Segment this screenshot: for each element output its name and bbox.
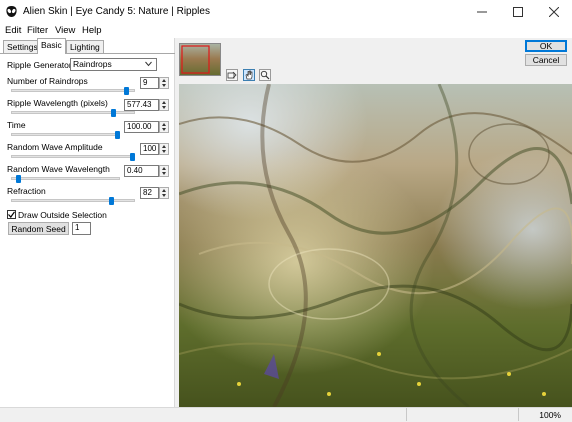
menu-bar: Edit Filter View Help [0,24,572,38]
param-slider-track[interactable] [11,177,120,180]
param-spinner[interactable] [159,99,169,111]
alien-skin-logo-icon [6,6,17,17]
spin-up-icon [162,145,166,148]
zoom-level: 100% [539,410,561,420]
param-slider-thumb[interactable] [124,87,130,95]
hand-icon [245,70,253,80]
minimize-button[interactable] [464,0,500,24]
draw-outside-label: Draw Outside Selection [18,210,107,220]
thumbnail-image [180,44,220,75]
param-label: Time [7,120,26,130]
param-slider-track[interactable] [11,155,135,158]
spin-down-icon [162,172,166,175]
param-number-input[interactable]: 9 [140,77,159,89]
param-slider-track[interactable] [11,199,135,202]
spin-up-icon [162,167,166,170]
menu-edit[interactable]: Edit [5,25,21,36]
spin-down-icon [162,194,166,197]
maximize-button[interactable] [500,0,536,24]
random-seed-input[interactable]: 1 [72,222,91,235]
menu-view[interactable]: View [55,25,75,36]
spin-down-icon [162,128,166,131]
param-spinner[interactable] [159,143,169,155]
param-label: Random Wave Wavelength [7,164,110,174]
draw-outside-checkbox[interactable] [7,210,16,219]
spin-down-icon [162,106,166,109]
title-bar: Alien Skin | Eye Candy 5: Nature | Rippl… [0,0,572,24]
navigator-thumbnail[interactable] [179,43,221,76]
status-bar [0,407,572,422]
maximize-icon [513,7,523,17]
param-slider-thumb[interactable] [115,131,120,139]
menu-help[interactable]: Help [82,25,102,36]
zoom-tool[interactable] [259,69,271,81]
param-label: Ripple Wavelength (pixels) [7,98,108,108]
param-spinner[interactable] [159,77,169,89]
param-number-input[interactable]: 100 [140,143,159,155]
ripple-generator-label: Ripple Generator: [7,60,75,70]
param-slider-thumb[interactable] [110,109,116,117]
preview-image[interactable] [179,84,572,407]
tab-divider [0,53,175,54]
navigate-preview-tool[interactable] [226,69,238,81]
random-seed-button[interactable]: Random Seed [8,222,69,235]
param-spinner[interactable] [159,165,169,177]
param-slider-track[interactable] [11,133,120,136]
tab-settings[interactable]: Settings [3,40,42,53]
window-title: Alien Skin | Eye Candy 5: Nature | Rippl… [23,6,210,17]
status-separator [406,408,407,421]
cancel-button[interactable]: Cancel [525,54,567,66]
hand-tool[interactable] [243,69,255,81]
status-separator [518,408,519,421]
rippled-landscape-image [179,84,572,407]
param-slider-track[interactable] [11,111,135,114]
minimize-icon [477,11,487,13]
close-button[interactable] [536,0,572,24]
tab-lighting[interactable]: Lighting [66,40,104,53]
spin-up-icon [162,123,166,126]
param-spinner[interactable] [159,121,169,133]
param-number-input[interactable]: 82 [140,187,159,199]
chevron-down-icon [145,61,152,67]
param-spinner[interactable] [159,187,169,199]
spin-down-icon [162,84,166,87]
param-slider-thumb[interactable] [130,153,135,161]
menu-filter[interactable]: Filter [27,25,48,36]
ok-button[interactable]: OK [525,40,567,52]
param-slider-track[interactable] [11,89,135,92]
param-label: Number of Raindrops [7,76,88,86]
param-label: Random Wave Amplitude [7,142,103,152]
zoom-icon [260,70,270,80]
param-number-input[interactable]: 0.40 [124,165,159,177]
spin-up-icon [162,101,166,104]
param-slider-thumb[interactable] [108,197,114,205]
param-label: Refraction [7,186,46,196]
navigate-preview-icon [227,71,237,79]
ripple-generator-value: Raindrops [73,59,112,69]
param-number-input[interactable]: 100.00 [124,121,159,133]
spin-down-icon [162,150,166,153]
spin-up-icon [162,189,166,192]
ripple-generator-select[interactable]: Raindrops [70,58,157,71]
param-number-input[interactable]: 577.43 [124,99,159,111]
tab-basic[interactable]: Basic [37,38,66,54]
close-icon [549,7,559,17]
spin-up-icon [162,79,166,82]
param-slider-thumb[interactable] [16,175,22,183]
checkmark-icon [8,211,15,218]
